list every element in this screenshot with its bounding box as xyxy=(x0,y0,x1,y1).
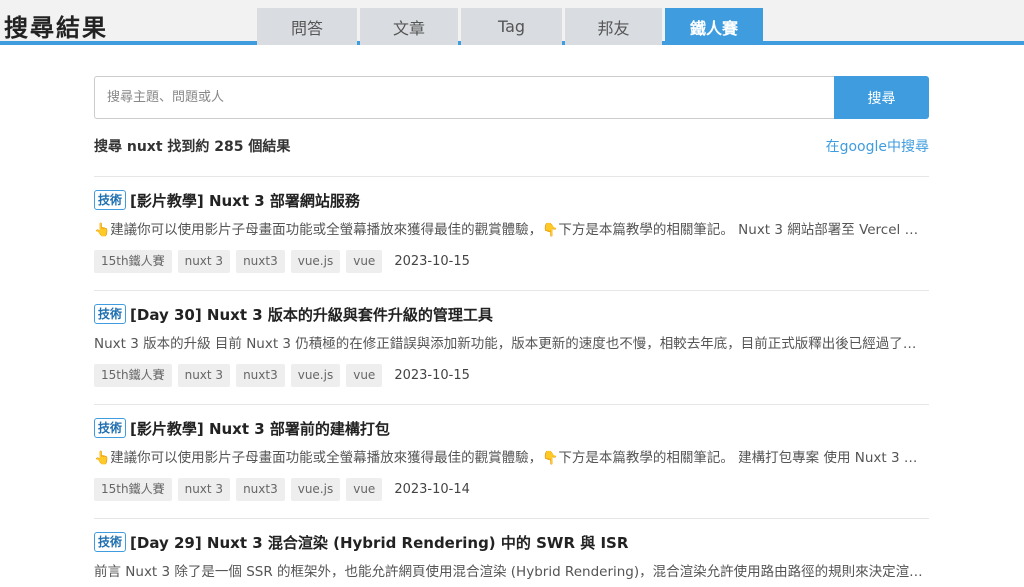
result-title[interactable]: [影片教學] Nuxt 3 部署前的建構打包 xyxy=(130,418,390,439)
tag-list: 15th鐵人賽 nuxt 3 nuxt3 vue.js vue 2023-10-… xyxy=(94,250,929,273)
tag[interactable]: nuxt 3 xyxy=(177,478,231,501)
tag[interactable]: nuxt3 xyxy=(236,478,285,501)
tab-qa[interactable]: 問答 xyxy=(257,8,357,45)
tag[interactable]: nuxt 3 xyxy=(177,250,231,273)
result-summary: 搜尋 nuxt 找到約 285 個結果 xyxy=(94,139,291,155)
page-title: 搜尋結果 xyxy=(4,14,108,42)
snippet-text: 建議你可以使用影片子母畫面功能或全螢幕播放來獲得最佳的觀賞體驗， xyxy=(110,222,543,238)
point-down-emoji-icon: 👇 xyxy=(542,223,559,238)
tab-ironman[interactable]: 鐵人賽 xyxy=(665,8,763,45)
search-input[interactable] xyxy=(94,76,835,119)
result-title[interactable]: [影片教學] Nuxt 3 部署網站服務 xyxy=(130,190,360,211)
tag[interactable]: 15th鐵人賽 xyxy=(94,364,172,387)
header-bar: 搜尋結果 問答 文章 Tag 邦友 鐵人賽 xyxy=(0,0,1024,45)
category-badge[interactable]: 技術 xyxy=(94,532,127,552)
snippet-text: 下方是本篇教學的相關筆記。 建構打包專案 使用 Nuxt 3 建構 xyxy=(558,450,929,466)
point-up-emoji-icon: 👆 xyxy=(94,223,111,238)
divider xyxy=(94,290,929,291)
tag[interactable]: vue.js xyxy=(290,478,341,501)
result-date: 2023-10-15 xyxy=(394,368,470,383)
tag-list: 15th鐵人賽 nuxt 3 nuxt3 vue.js vue 2023-10-… xyxy=(94,364,929,387)
result-snippet: 👆建議你可以使用影片子母畫面功能或全螢幕播放來獲得最佳的觀賞體驗，👇下方是本篇教… xyxy=(94,448,929,468)
result-snippet: Nuxt 3 版本的升級 目前 Nuxt 3 仍積極的在修正錯誤與添加新功能，版… xyxy=(94,336,929,352)
tag[interactable]: vue.js xyxy=(290,250,341,273)
tag[interactable]: vue.js xyxy=(290,364,341,387)
tab-tag[interactable]: Tag xyxy=(461,8,562,45)
category-badge[interactable]: 技術 xyxy=(94,418,127,438)
result-title[interactable]: [Day 30] Nuxt 3 版本的升級與套件升級的管理工具 xyxy=(130,304,493,325)
category-badge[interactable]: 技術 xyxy=(94,190,127,210)
category-badge[interactable]: 技術 xyxy=(94,304,127,324)
tag[interactable]: nuxt3 xyxy=(236,250,285,273)
tag[interactable]: vue xyxy=(346,364,383,387)
result-item: 技術 [影片教學] Nuxt 3 部署網站服務 👆建議你可以使用影片子母畫面功能… xyxy=(94,189,929,273)
point-up-emoji-icon: 👆 xyxy=(94,451,111,466)
snippet-text: 下方是本篇教學的相關筆記。 Nuxt 3 網站部署至 Vercel 與 Netl… xyxy=(558,222,929,238)
divider xyxy=(94,518,929,519)
result-snippet: 前言 Nuxt 3 除了是一個 SSR 的框架外，也能允許網頁使用混合渲染 (H… xyxy=(94,564,929,580)
tag[interactable]: nuxt3 xyxy=(236,364,285,387)
search-button[interactable]: 搜尋 xyxy=(834,76,929,119)
divider xyxy=(94,404,929,405)
point-down-emoji-icon: 👇 xyxy=(542,451,559,466)
google-search-link[interactable]: 在google中搜尋 xyxy=(826,136,929,156)
snippet-text: 建議你可以使用影片子母畫面功能或全螢幕播放來獲得最佳的觀賞體驗， xyxy=(110,450,543,466)
result-item: 技術 [Day 30] Nuxt 3 版本的升級與套件升級的管理工具 Nuxt … xyxy=(94,303,929,387)
result-date: 2023-10-15 xyxy=(394,254,470,269)
tag[interactable]: vue xyxy=(346,478,383,501)
search-type-tabs: 問答 文章 Tag 邦友 鐵人賽 xyxy=(257,8,763,45)
tag[interactable]: 15th鐵人賽 xyxy=(94,250,172,273)
result-item: 技術 [影片教學] Nuxt 3 部署前的建構打包 👆建議你可以使用影片子母畫面… xyxy=(94,417,929,501)
tag[interactable]: nuxt 3 xyxy=(177,364,231,387)
tag-list: 15th鐵人賽 nuxt 3 nuxt3 vue.js vue 2023-10-… xyxy=(94,478,929,501)
tag[interactable]: vue xyxy=(346,250,383,273)
divider xyxy=(94,176,929,177)
result-item: 技術 [Day 29] Nuxt 3 混合渲染 (Hybrid Renderin… xyxy=(94,531,929,582)
tab-friends[interactable]: 邦友 xyxy=(565,8,662,45)
tag[interactable]: 15th鐵人賽 xyxy=(94,478,172,501)
result-date: 2023-10-14 xyxy=(394,482,470,497)
result-title[interactable]: [Day 29] Nuxt 3 混合渲染 (Hybrid Rendering) … xyxy=(130,532,628,553)
result-snippet: 👆建議你可以使用影片子母畫面功能或全螢幕播放來獲得最佳的觀賞體驗，👇下方是本篇教… xyxy=(94,220,929,240)
tab-articles[interactable]: 文章 xyxy=(360,8,458,45)
